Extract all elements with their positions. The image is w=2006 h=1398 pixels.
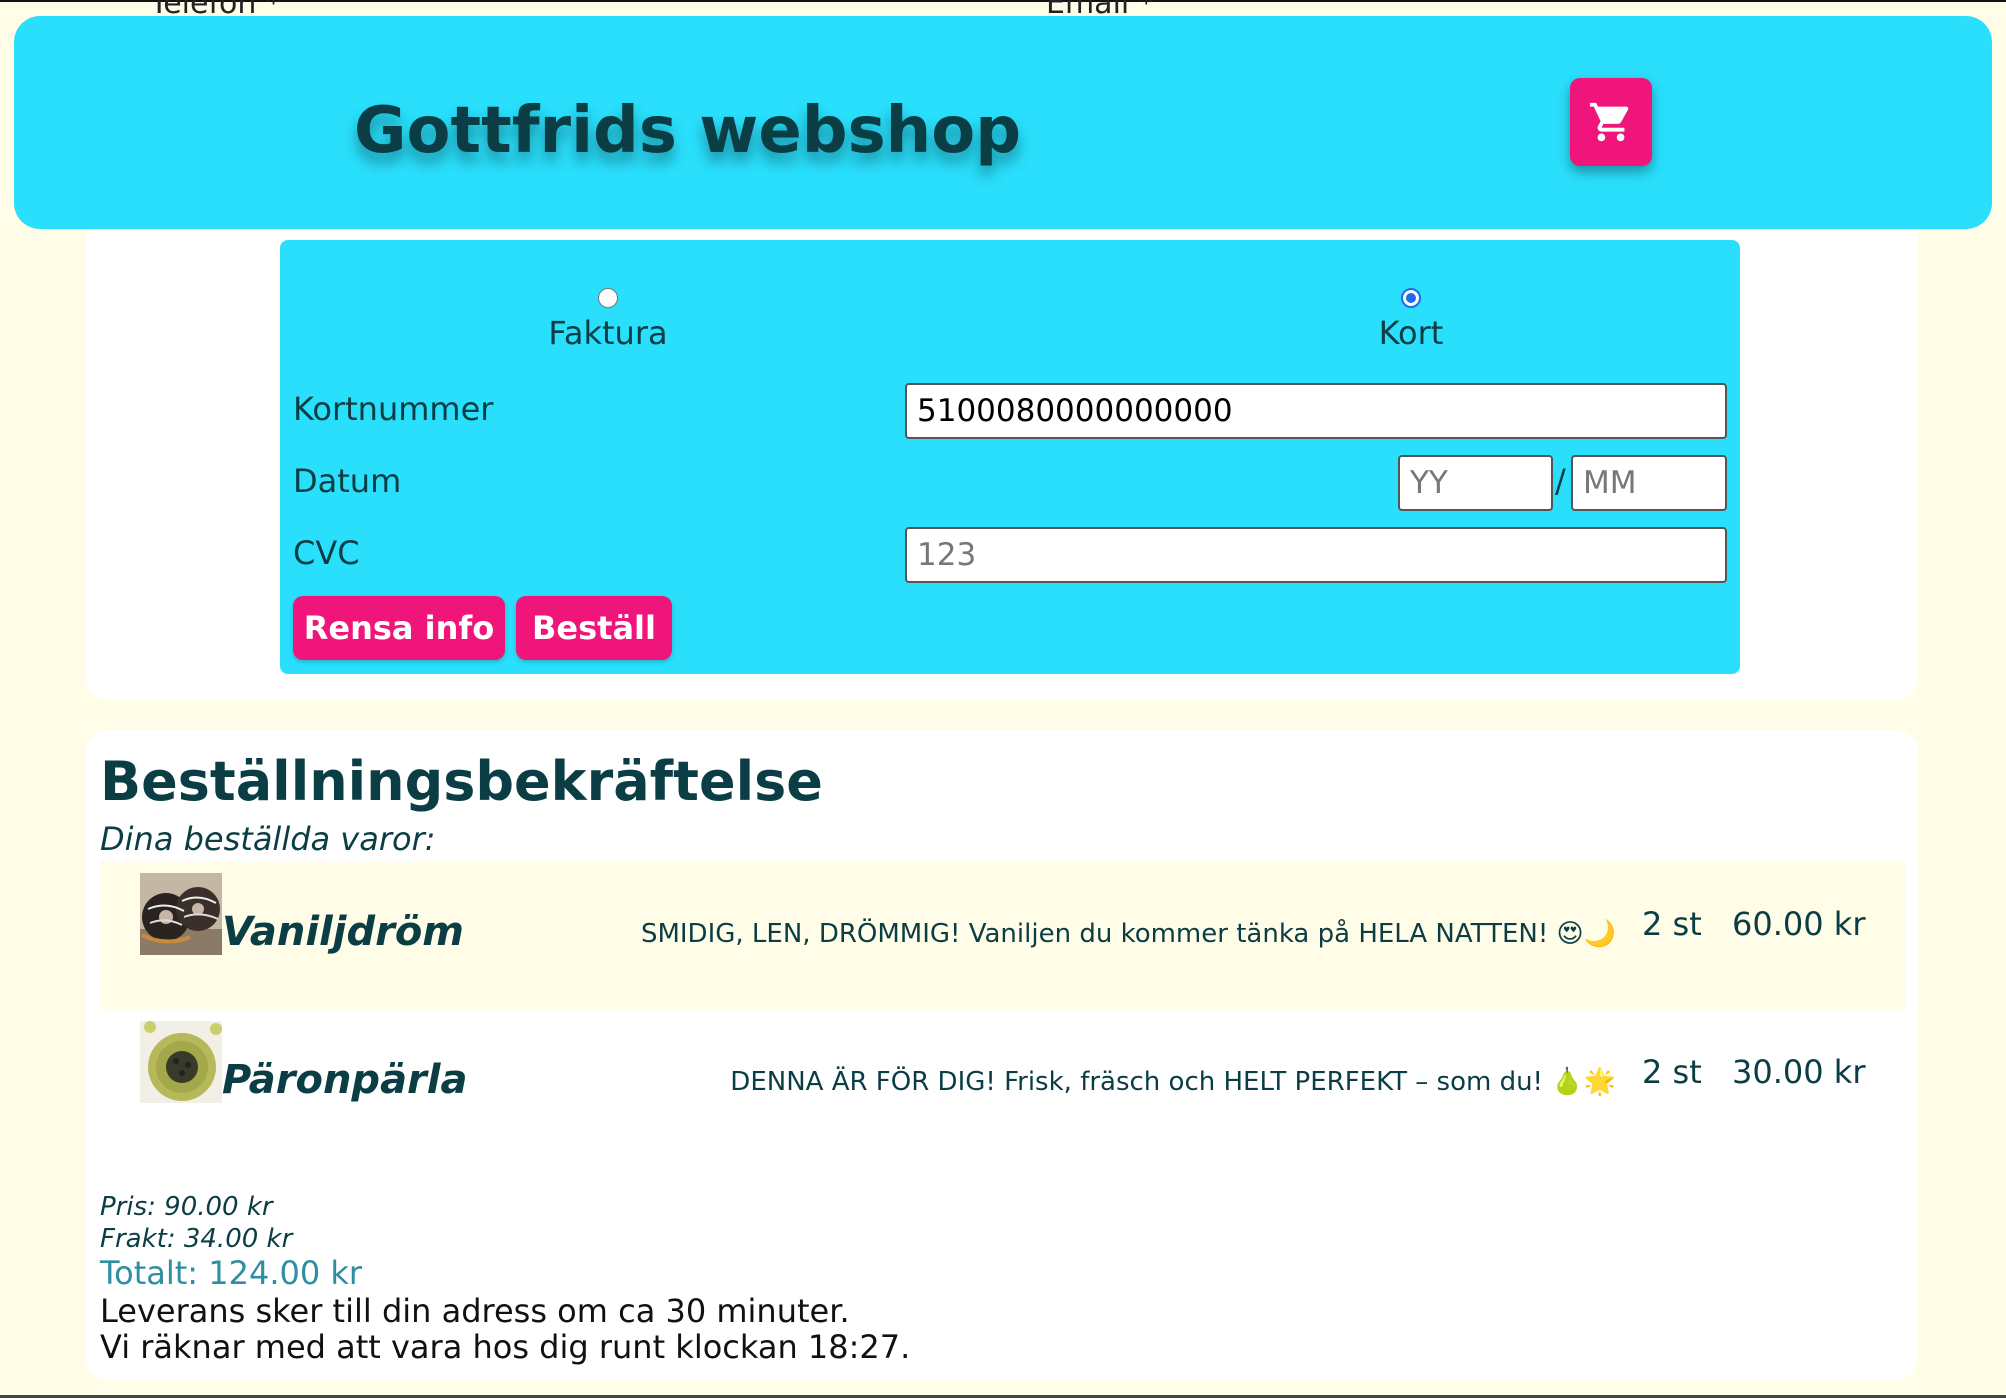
item-quantity: 2 st bbox=[1642, 1053, 1702, 1091]
cart-icon bbox=[1589, 102, 1629, 142]
vaniljdrom-image bbox=[140, 873, 222, 955]
order-total: Totalt: 124.00 kr bbox=[100, 1254, 363, 1292]
order-item-row: Vaniljdröm SMIDIG, LEN, DRÖMMIG! Vanilje… bbox=[100, 861, 1906, 1009]
cvc-input[interactable]: 123 bbox=[905, 527, 1727, 583]
confirmation-title: Beställningsbekräftelse bbox=[100, 750, 823, 813]
payment-panel: Faktura Kort Kortnummer 5100080000000000… bbox=[280, 240, 1740, 674]
date-separator: / bbox=[1555, 462, 1566, 500]
paronparla-image bbox=[140, 1021, 222, 1103]
site-title: Gottfrids webshop bbox=[354, 94, 1021, 168]
order-confirmation-card: Beställningsbekräftelse Dina beställda v… bbox=[86, 730, 1918, 1380]
faktura-radio[interactable] bbox=[598, 288, 618, 308]
kort-radio[interactable] bbox=[1401, 288, 1421, 308]
site-header: Gottfrids webshop bbox=[14, 16, 1992, 229]
kort-label: Kort bbox=[1378, 314, 1444, 352]
item-name: Vaniljdröm bbox=[222, 909, 464, 955]
subtotal-price: Pris: 90.00 kr bbox=[100, 1192, 273, 1222]
item-price: 30.00 kr bbox=[1732, 1053, 1866, 1091]
shipping-cost: Frakt: 34.00 kr bbox=[100, 1224, 293, 1254]
payment-option-faktura[interactable]: Faktura bbox=[508, 288, 708, 352]
order-item-row: Päronpärla DENNA ÄR FÖR DIG! Frisk, fräs… bbox=[100, 1009, 1906, 1157]
confirmation-subtitle: Dina beställda varor: bbox=[100, 820, 436, 858]
card-number-input[interactable]: 5100080000000000 bbox=[905, 383, 1727, 439]
item-description: SMIDIG, LEN, DRÖMMIG! Vaniljen du kommer… bbox=[640, 919, 1616, 949]
date-label: Datum bbox=[293, 462, 402, 500]
item-quantity: 2 st bbox=[1642, 905, 1702, 943]
top-border bbox=[0, 0, 2006, 2]
cvc-label: CVC bbox=[293, 534, 360, 572]
cart-button[interactable] bbox=[1570, 78, 1652, 166]
delivery-eta: Vi räknar med att vara hos dig runt kloc… bbox=[100, 1328, 911, 1366]
item-price: 60.00 kr bbox=[1732, 905, 1866, 943]
delivery-info: Leverans sker till din adress om ca 30 m… bbox=[100, 1292, 850, 1330]
month-input[interactable]: MM bbox=[1571, 455, 1727, 511]
year-input[interactable]: YY bbox=[1398, 455, 1553, 511]
item-name: Päronpärla bbox=[222, 1057, 468, 1103]
faktura-label: Faktura bbox=[548, 314, 668, 352]
clear-info-button[interactable]: Rensa info bbox=[293, 596, 505, 660]
payment-option-kort[interactable]: Kort bbox=[1311, 288, 1511, 352]
item-description: DENNA ÄR FÖR DIG! Frisk, fräsch och HELT… bbox=[730, 1067, 1616, 1097]
card-number-label: Kortnummer bbox=[293, 390, 494, 428]
order-button[interactable]: Beställ bbox=[516, 596, 672, 660]
